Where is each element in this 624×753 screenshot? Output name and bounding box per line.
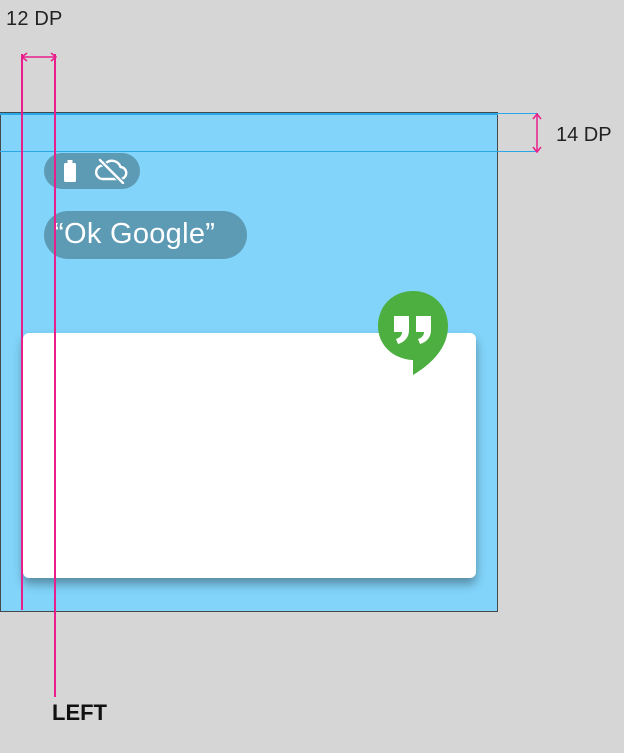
hangouts-icon — [378, 291, 448, 375]
left-screen-edge-guide — [21, 54, 23, 610]
screen-top-edge — [0, 113, 498, 115]
inset-guide-line — [0, 151, 537, 152]
left-label: LEFT — [52, 700, 107, 725]
dimension-arrow-vertical — [532, 112, 542, 154]
left-keyline-guide — [54, 54, 56, 697]
dimension-label-12dp: 12 DP — [6, 8, 63, 30]
cloud-off-icon — [95, 158, 128, 184]
dimension-label-14dp: 14 DP — [556, 124, 612, 146]
hotword-text: “Ok Google” — [54, 218, 216, 250]
dimension-arrow-horizontal — [20, 52, 58, 62]
battery-icon — [64, 160, 76, 182]
